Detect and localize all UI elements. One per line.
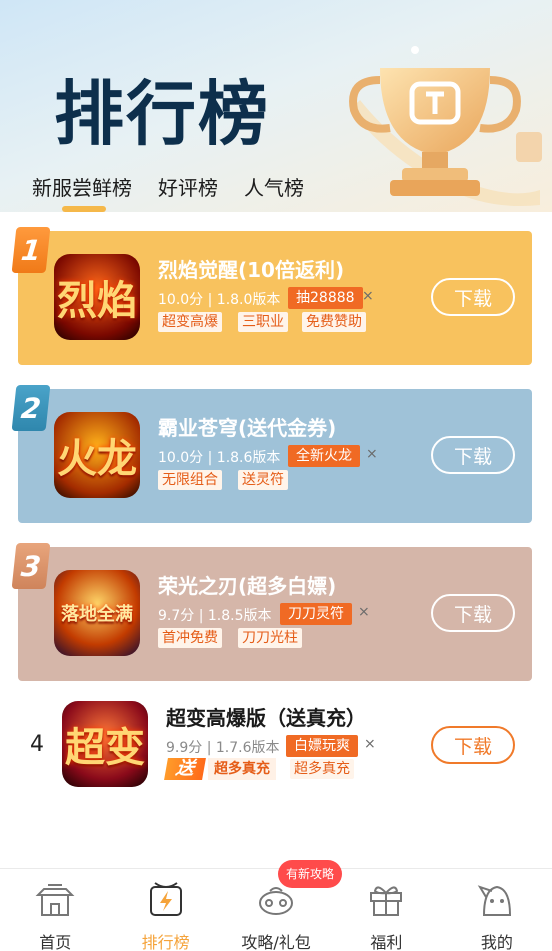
game-meta: 10.0分 | 1.8.6版本 — [158, 450, 281, 466]
promo-tag: 抽28888 — [288, 287, 363, 309]
feature-chip: 超变高爆 — [158, 312, 222, 332]
download-button[interactable]: 下载 — [431, 436, 515, 474]
nav-label: 攻略/礼包 — [241, 933, 311, 951]
home-icon — [35, 884, 75, 916]
promo-close-icon: ⨯ — [366, 446, 378, 462]
nav-label: 首页 — [39, 933, 72, 951]
game-meta: 9.9分 | 1.7.6版本 — [166, 740, 280, 756]
send-tag: 送 — [164, 758, 206, 780]
promo-tag: 白嫖玩爽 — [286, 735, 358, 757]
promo-close-icon: ⨯ — [364, 736, 376, 752]
promo-tag: 全新火龙 — [288, 445, 360, 467]
nav-item-home[interactable]: 首页 — [0, 869, 110, 951]
tab-good-reviews[interactable]: 好评榜 — [158, 172, 218, 201]
promo-close-icon: ⨯ — [358, 604, 370, 620]
game-meta: 9.7分 | 1.8.5版本 — [158, 608, 272, 624]
ranking-icon — [149, 882, 182, 916]
game-name: 荣光之刃(超多白嫖) — [158, 574, 337, 598]
game-icon[interactable]: 落地全满 — [54, 570, 140, 656]
ranking-tabs: 新服尝鲜榜 好评榜 人气榜 — [32, 172, 304, 212]
rank-badge-3: 3 — [11, 543, 51, 589]
tab-new-server[interactable]: 新服尝鲜榜 — [32, 172, 132, 212]
promo-tag: 刀刀灵符 — [280, 603, 352, 625]
feature-chip: 免费赞助 — [302, 312, 366, 332]
nav-label: 排行榜 — [141, 933, 190, 951]
rank-badge-2: 2 — [11, 385, 51, 431]
game-name: 超变高爆版（送真充） — [166, 706, 366, 730]
game-icon[interactable]: 超变 — [62, 701, 148, 787]
nav-item-welfare[interactable]: 福利 — [331, 869, 441, 951]
nav-item-ranking[interactable]: 排行榜 — [110, 869, 220, 951]
game-name: 霸业苍穹(送代金券) — [158, 416, 337, 440]
nav-item-mine[interactable]: 我的 — [442, 869, 552, 951]
feature-chip: 超多真充 — [290, 759, 354, 779]
new-guide-badge: 有新攻略 — [278, 860, 343, 888]
tab-popularity[interactable]: 人气榜 — [244, 172, 304, 201]
download-button[interactable]: 下载 — [431, 278, 515, 316]
feature-chip: 送灵符 — [238, 470, 288, 490]
bottom-nav: 首页 排行榜 攻略/礼包 福利 我的 — [0, 868, 552, 951]
gift-icon — [370, 886, 403, 916]
nav-label: 福利 — [370, 933, 403, 951]
game-meta: 10.0分 | 1.8.0版本 — [158, 292, 281, 308]
feature-chip: 首冲免费 — [158, 628, 222, 648]
profile-icon — [477, 885, 511, 916]
nav-label: 我的 — [480, 933, 513, 951]
promo-close-icon: ⨯ — [362, 288, 374, 304]
download-button[interactable]: 下载 — [431, 594, 515, 632]
download-button[interactable]: 下载 — [431, 726, 515, 764]
send-text: 超多真充 — [208, 758, 276, 780]
feature-chip: 无限组合 — [158, 470, 222, 490]
header-banner: 排行榜 新服尝鲜榜 好评榜 人气榜 — [0, 0, 552, 212]
feature-chip: 三职业 — [238, 312, 288, 332]
game-icon[interactable]: 烈焰 — [54, 254, 140, 340]
trophy-icon — [349, 46, 542, 206]
rank-badge-1: 1 — [11, 227, 51, 273]
rank-number-4: 4 — [30, 732, 44, 757]
game-name: 烈焰觉醒(10倍返利) — [158, 258, 345, 282]
game-icon[interactable]: 火龙 — [54, 412, 140, 498]
feature-chip: 刀刀光柱 — [238, 628, 302, 648]
page-title: 排行榜 — [54, 73, 270, 155]
